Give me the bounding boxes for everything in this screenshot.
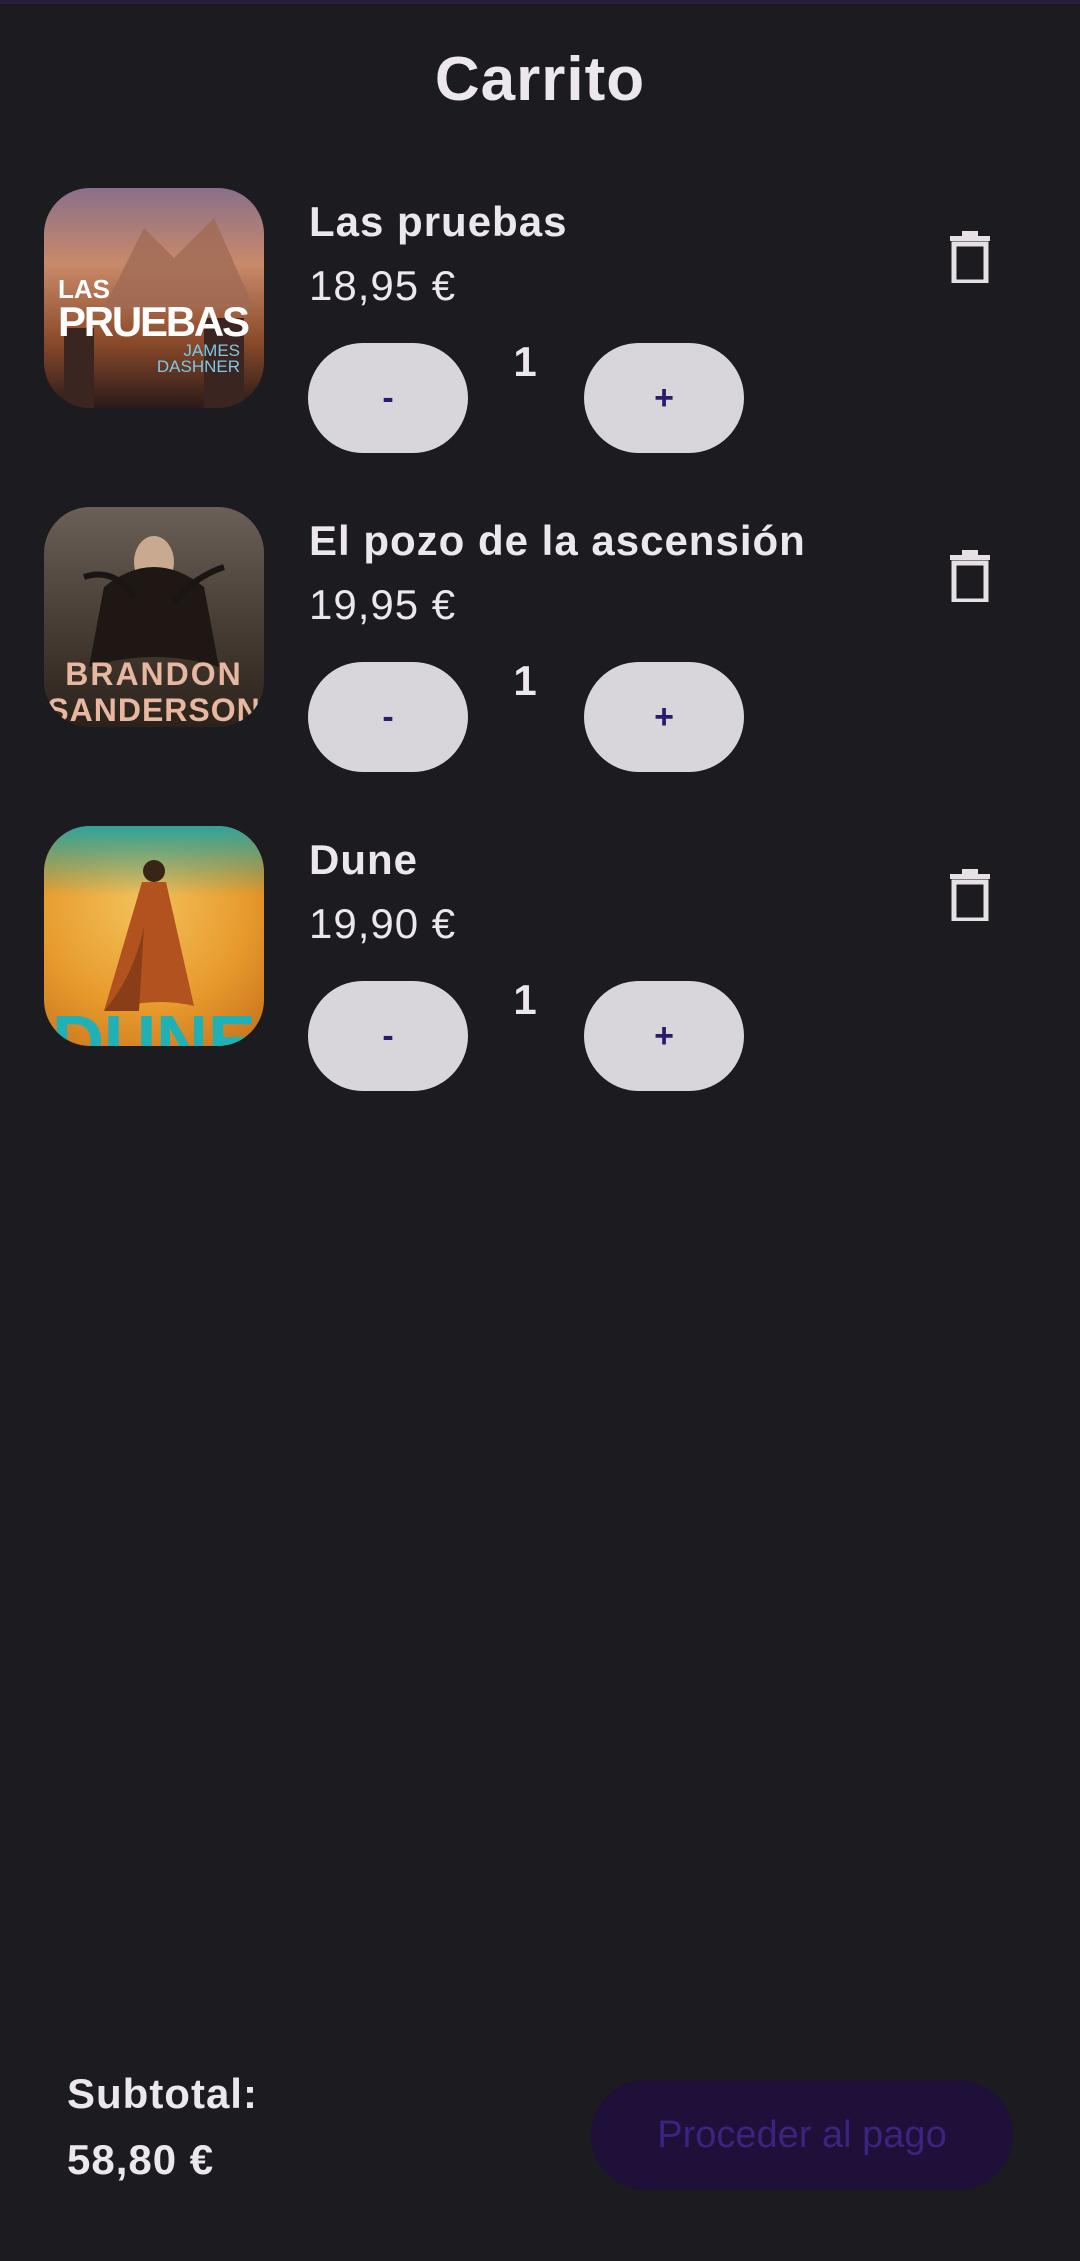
trash-icon — [950, 231, 990, 283]
book-cover-las-pruebas-icon: LAS PRUEBAS JAMES DASHNER — [44, 188, 264, 408]
item-title: El pozo de la ascensión — [309, 517, 806, 564]
quantity-value: 1 — [513, 976, 537, 1023]
delete-item-button[interactable] — [942, 545, 998, 607]
cart-item: DUNE Dune 19,90 € - 1 + — [0, 826, 1080, 1145]
svg-text:DUNE: DUNE — [52, 1002, 256, 1046]
book-cover-dune-icon: DUNE — [44, 826, 264, 1046]
svg-text:BRANDON: BRANDON — [65, 656, 243, 692]
decrease-quantity-button[interactable]: - — [308, 981, 468, 1091]
status-bar-edge — [0, 0, 1080, 4]
book-cover-el-pozo-icon: BRANDON SANDERSON — [44, 507, 264, 727]
delete-item-button[interactable] — [942, 864, 998, 926]
cart-item: LAS PRUEBAS JAMES DASHNER Las pruebas 18… — [0, 188, 1080, 507]
delete-item-button[interactable] — [942, 226, 998, 288]
item-title: Las pruebas — [309, 198, 568, 245]
quantity-value: 1 — [513, 338, 537, 385]
quantity-value: 1 — [513, 657, 537, 704]
svg-text:SANDERSON: SANDERSON — [47, 692, 260, 727]
subtotal-label: Subtotal: — [67, 2070, 258, 2117]
item-title: Dune — [309, 836, 418, 883]
subtotal-value: 58,80 € — [67, 2136, 215, 2183]
svg-text:DASHNER: DASHNER — [157, 357, 240, 376]
decrease-quantity-button[interactable]: - — [308, 662, 468, 772]
increase-quantity-button[interactable]: + — [584, 662, 744, 772]
book-cover-image[interactable]: BRANDON SANDERSON — [44, 507, 264, 727]
item-price: 18,95 € — [309, 262, 457, 309]
cart-list: LAS PRUEBAS JAMES DASHNER Las pruebas 18… — [0, 188, 1080, 1145]
checkout-footer: Subtotal: 58,80 € Proceder al pago — [0, 2060, 1080, 2210]
checkout-button[interactable]: Proceder al pago — [591, 2080, 1013, 2190]
book-cover-image[interactable]: DUNE — [44, 826, 264, 1046]
increase-quantity-button[interactable]: + — [584, 343, 744, 453]
decrease-quantity-button[interactable]: - — [308, 343, 468, 453]
increase-quantity-button[interactable]: + — [584, 981, 744, 1091]
item-price: 19,90 € — [309, 900, 457, 947]
item-price: 19,95 € — [309, 581, 457, 628]
trash-icon — [950, 869, 990, 921]
cart-item: BRANDON SANDERSON El pozo de la ascensió… — [0, 507, 1080, 826]
trash-icon — [950, 550, 990, 602]
svg-text:PRUEBAS: PRUEBAS — [58, 298, 250, 345]
book-cover-image[interactable]: LAS PRUEBAS JAMES DASHNER — [44, 188, 264, 408]
page-title: Carrito — [434, 45, 646, 114]
